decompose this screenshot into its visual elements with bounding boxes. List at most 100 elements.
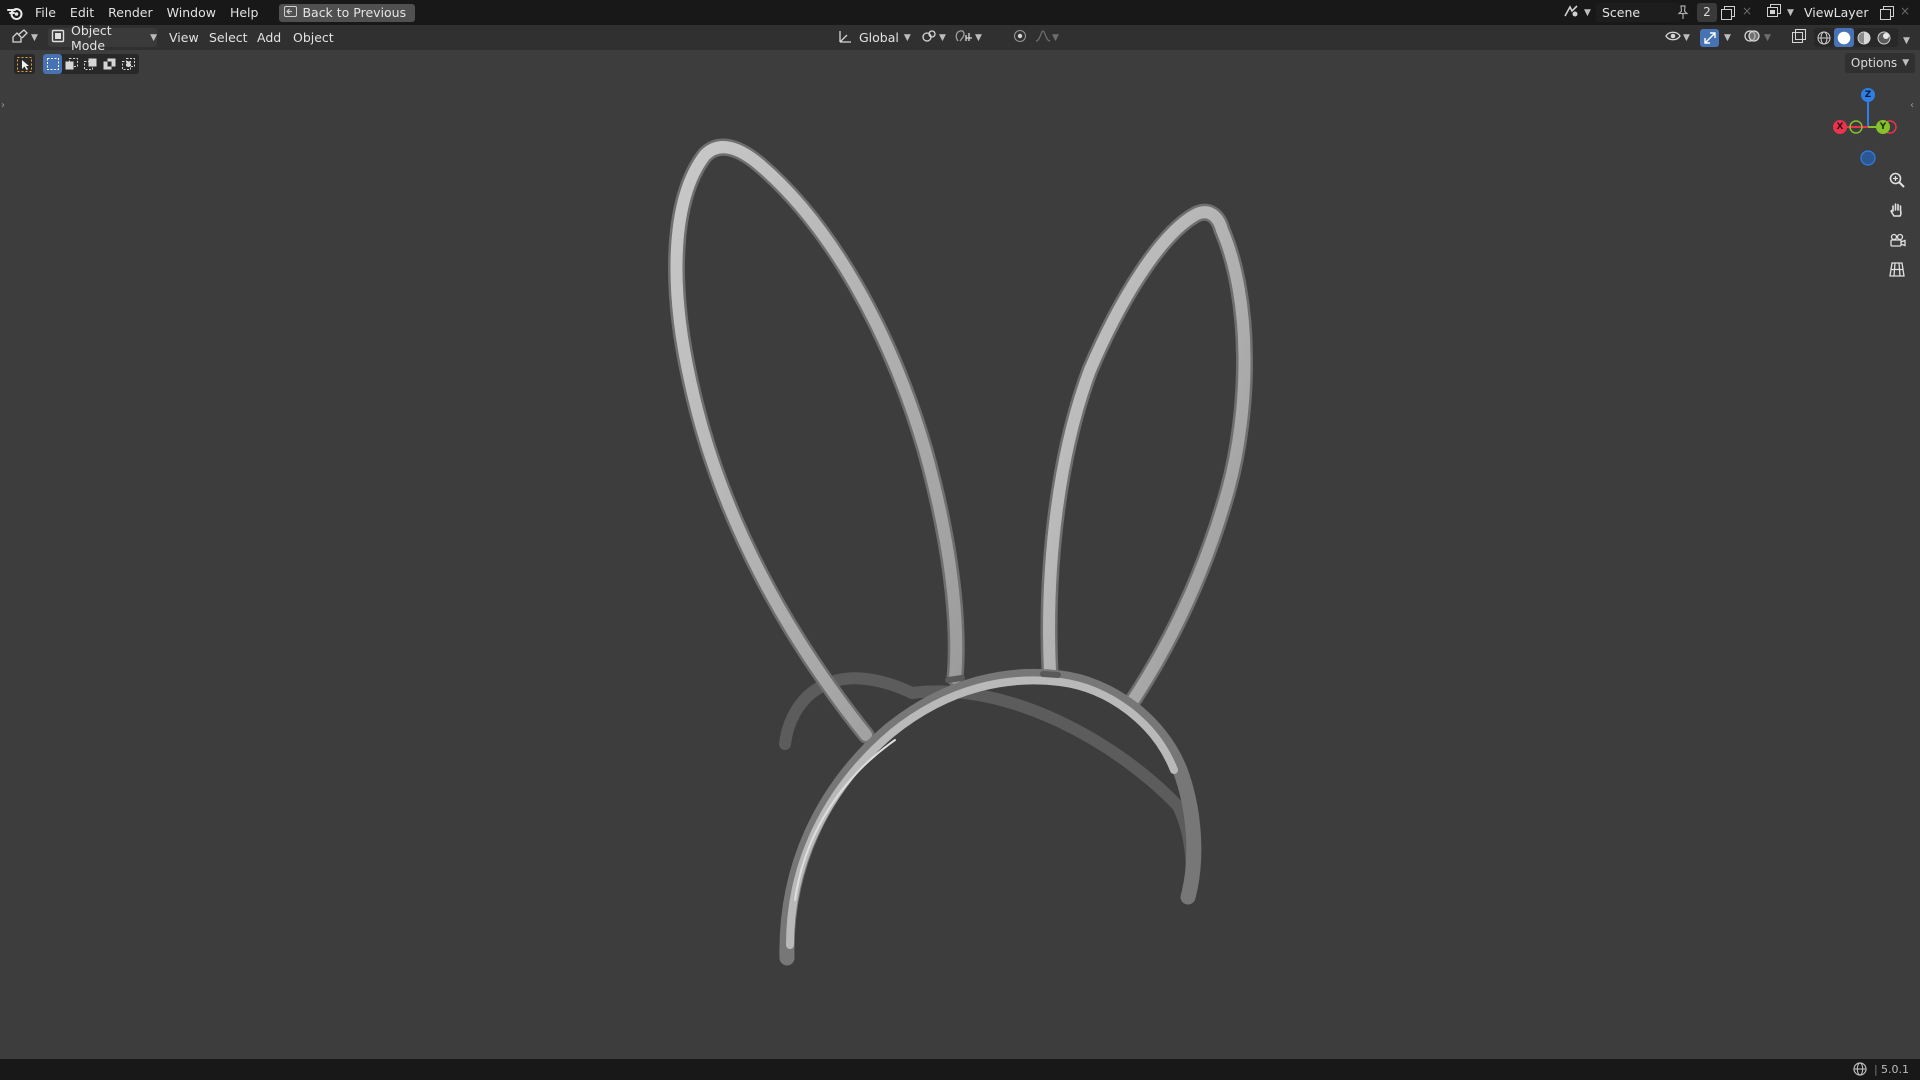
solid-shading-icon[interactable] (1834, 28, 1854, 47)
xray-icon (1792, 29, 1806, 46)
camera-view-button[interactable] (1884, 228, 1910, 254)
scene-type-button[interactable]: ▼ (1563, 3, 1593, 22)
chevron-down-icon: ▼ (939, 32, 946, 43)
menu-file[interactable]: File (28, 0, 63, 25)
menu-object[interactable]: Object (293, 28, 334, 47)
pan-hand-icon (1889, 202, 1905, 221)
network-icon[interactable] (1853, 1062, 1869, 1078)
navigation-gizmo[interactable]: Z X Y (1826, 86, 1906, 170)
menu-render[interactable]: Render (101, 0, 160, 25)
transform-orientation-dropdown[interactable]: Global ▼ (838, 28, 911, 47)
overlay-icon (1744, 29, 1760, 46)
chevron-down-icon: ▼ (1683, 32, 1690, 43)
options-label: Options (1850, 56, 1898, 70)
select-extend-icon[interactable] (62, 58, 81, 70)
chevron-down-icon: ▼ (1902, 58, 1910, 68)
zoom-button[interactable] (1884, 168, 1910, 194)
xray-toggle[interactable] (1792, 28, 1806, 47)
close-layer-icon[interactable]: × (1900, 4, 1912, 20)
right-ear-base (1040, 671, 1061, 678)
viewlayer-type-button[interactable]: ▼ (1767, 3, 1797, 22)
viewlayer-name-field[interactable]: ViewLayer (1800, 3, 1876, 22)
chevron-down-icon: ▼ (1724, 32, 1731, 43)
gizmo-z-axis[interactable]: Z (1861, 88, 1875, 102)
menu-edit[interactable]: Edit (63, 0, 101, 25)
select-invert-icon[interactable] (100, 58, 119, 70)
status-bar: | 5.0.1 (0, 1059, 1920, 1080)
menu-add[interactable]: Add (257, 28, 281, 47)
scene-icon (1563, 4, 1579, 21)
chevron-down-icon: ▼ (150, 32, 157, 43)
top-bar: File Edit Render Window Help Back to Pre… (0, 0, 1920, 25)
viewport-header: ▼ Object Mode ▼ View Select Add Object G… (0, 23, 1920, 53)
toolbar-toggle-chevron[interactable]: › (1, 100, 9, 114)
sidebar-toggle-chevron[interactable]: ‹ (1910, 100, 1918, 114)
wireframe-shading-icon[interactable] (1814, 31, 1834, 45)
camera-icon (1889, 233, 1906, 250)
gizmo-toggle[interactable]: ▼ (1700, 28, 1731, 47)
chevron-down-icon: ▼ (975, 32, 982, 43)
new-layer-icon[interactable] (1878, 3, 1896, 22)
snap-icon (955, 29, 973, 46)
menu-select[interactable]: Select (209, 28, 248, 47)
proportional-icon (1013, 29, 1027, 46)
pivot-icon (921, 29, 937, 46)
snap-toggle[interactable]: ▼ (955, 28, 982, 47)
chevron-down-icon: ▼ (1764, 32, 1771, 43)
select-subtract-icon[interactable] (81, 58, 100, 70)
viewlayer-icon (1767, 4, 1782, 21)
blender-logo-icon[interactable] (2, 0, 28, 25)
new-scene-icon[interactable] (1719, 3, 1737, 22)
back-icon (284, 5, 298, 20)
selection-mode-group (43, 54, 139, 74)
object-mode-dropdown[interactable]: Object Mode ▼ (48, 23, 157, 53)
headband-inner-edge (779, 672, 1198, 903)
rendered-shading-icon[interactable] (1874, 31, 1894, 45)
gizmo-y-axis[interactable]: Y (1876, 120, 1890, 134)
ortho-toggle-button[interactable] (1884, 258, 1910, 284)
gizmo-icon (1700, 28, 1719, 47)
back-to-previous-button[interactable]: Back to Previous (279, 3, 416, 22)
select-new-icon[interactable] (43, 54, 62, 74)
shading-options-chevron[interactable]: ▼ (1903, 31, 1910, 50)
options-dropdown[interactable]: Options ▼ (1845, 53, 1915, 73)
left-ear (667, 138, 965, 744)
visibility-icon (1665, 30, 1681, 45)
select-tool-button[interactable] (14, 54, 35, 74)
visibility-dropdown[interactable]: ▼ (1665, 28, 1690, 47)
viewport-canvas[interactable] (0, 0, 1920, 1080)
left-ear-base (945, 675, 965, 683)
pin-icon[interactable] (1676, 5, 1690, 21)
falloff-icon (1035, 30, 1051, 45)
transform-icon (838, 29, 853, 46)
scene-users-count[interactable]: 2 (1697, 3, 1717, 22)
right-ear-highlight (1043, 206, 1251, 711)
chevron-down-icon: ▼ (1787, 7, 1794, 18)
material-shading-icon[interactable] (1854, 31, 1874, 45)
headband-arc-shine (794, 739, 896, 901)
headband-arc-highlight (786, 676, 1178, 949)
pivot-point-dropdown[interactable]: ▼ (921, 28, 946, 47)
menu-view[interactable]: View (169, 28, 199, 47)
proportional-editing-toggle[interactable]: ▼ (1013, 28, 1059, 47)
select-intersect-icon[interactable] (119, 58, 138, 70)
shading-switcher[interactable] (1814, 28, 1898, 47)
menu-help[interactable]: Help (223, 0, 266, 25)
viewlayer-name: ViewLayer (1804, 5, 1869, 20)
chevron-down-icon: ▼ (31, 32, 38, 43)
editor-type-icon (12, 29, 29, 46)
overlay-toggle[interactable]: ▼ (1744, 28, 1771, 47)
right-ear (1040, 203, 1254, 714)
ortho-grid-icon (1889, 262, 1905, 280)
pan-button[interactable] (1884, 198, 1910, 224)
headband-arc (779, 668, 1202, 966)
chevron-down-icon: ▼ (1584, 7, 1591, 18)
menu-window[interactable]: Window (160, 0, 223, 25)
scene-name-field[interactable]: Scene (1596, 3, 1680, 22)
editor-type-button[interactable]: ▼ (12, 28, 38, 47)
bunny-ears-headband-model (667, 138, 1254, 966)
status-divider: | (1874, 1063, 1878, 1076)
object-mode-label: Object Mode (71, 22, 112, 53)
gizmo-x-axis[interactable]: X (1833, 120, 1847, 134)
close-scene-icon[interactable]: × (1742, 4, 1754, 20)
